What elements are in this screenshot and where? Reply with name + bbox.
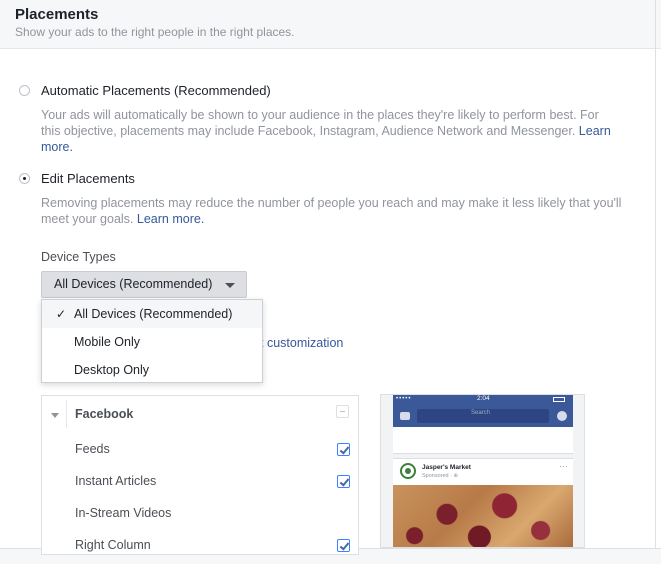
signal-icon: •••••: [396, 396, 412, 402]
dropdown-option-label: Desktop Only: [74, 363, 150, 377]
asset-customization-link[interactable]: t customization: [260, 336, 343, 350]
device-types-selected-value: All Devices (Recommended): [54, 277, 213, 291]
edit-desc-line1: Removing placements may reduce the numbe…: [41, 196, 622, 210]
automatic-desc-line1: Your ads will automatically be shown to …: [41, 108, 599, 122]
right-border: [655, 0, 656, 548]
messenger-icon: [557, 411, 567, 421]
section-subtitle: Show your ads to the right people in the…: [15, 25, 295, 39]
automatic-learn-more-link-cont[interactable]: more.: [41, 139, 641, 155]
caret-down-icon: [225, 283, 235, 288]
edit-desc-text: meet your goals.: [41, 212, 134, 226]
device-types-label: Device Types: [41, 250, 116, 264]
placements-platform-panel: Facebook Feeds Instant Articles In-Strea…: [41, 395, 359, 555]
dropdown-option-desktop-only[interactable]: Desktop Only: [42, 356, 262, 384]
phone-status-bar: ••••• 2:04: [393, 395, 573, 405]
battery-icon: [553, 397, 565, 402]
camera-icon: [400, 412, 410, 420]
checkmark-icon: ✓: [56, 307, 67, 321]
advertiser-logo: [400, 463, 416, 479]
automatic-placements-label[interactable]: Automatic Placements (Recommended): [41, 83, 271, 98]
phone-search-placeholder: Search: [471, 410, 491, 416]
dropdown-option-label: All Devices (Recommended): [74, 307, 233, 321]
ad-image: [393, 485, 573, 547]
edit-placements-label[interactable]: Edit Placements: [41, 171, 135, 186]
automatic-desc-line2: this objective, placements may include F…: [41, 123, 641, 139]
placement-right-column-label: Right Column: [75, 538, 151, 552]
placement-feeds-checkbox[interactable]: [337, 443, 350, 456]
placement-right-column-checkbox[interactable]: [337, 539, 350, 552]
device-types-dropdown-menu: ✓ All Devices (Recommended) Mobile Only …: [41, 299, 263, 383]
dropdown-option-all-devices[interactable]: ✓ All Devices (Recommended): [42, 300, 262, 328]
placement-instant-articles-checkbox[interactable]: [337, 475, 350, 488]
device-types-select[interactable]: All Devices (Recommended): [41, 271, 247, 298]
edit-learn-more-link[interactable]: Learn more.: [137, 212, 204, 226]
dropdown-option-label: Mobile Only: [74, 335, 140, 349]
more-options-icon: ···: [559, 461, 568, 471]
dropdown-option-mobile-only[interactable]: Mobile Only: [42, 328, 262, 356]
collapse-caret-icon[interactable]: [51, 413, 59, 418]
phone-time: 2:04: [477, 395, 490, 402]
edit-placements-description: Removing placements may reduce the numbe…: [41, 195, 641, 227]
automatic-placements-radio[interactable]: [19, 85, 30, 96]
panel-divider: [66, 400, 67, 428]
automatic-placements-description: Your ads will automatically be shown to …: [41, 107, 641, 155]
placement-instream-videos-label: In-Stream Videos: [75, 506, 172, 520]
placement-feeds-label: Feeds: [75, 442, 110, 456]
placement-instant-articles-label: Instant Articles: [75, 474, 157, 488]
phone-search-bar: Search: [417, 409, 549, 423]
sponsored-label: Sponsored · ⊕: [422, 473, 459, 479]
facebook-select-all-checkbox[interactable]: [336, 405, 349, 418]
ad-preview-post: Jasper's Market Sponsored · ⊕ ···: [393, 458, 573, 547]
edit-desc-line2: meet your goals. Learn more.: [41, 211, 641, 227]
ad-preview-phone: ••••• 2:04 Search Jasper's Market Sponso…: [380, 394, 585, 548]
automatic-desc-text: this objective, placements may include F…: [41, 124, 576, 138]
platform-facebook-label[interactable]: Facebook: [75, 407, 133, 421]
edit-placements-radio[interactable]: [19, 173, 30, 184]
automatic-learn-more-link[interactable]: Learn: [579, 124, 611, 138]
phone-nav-bar: Search: [393, 405, 573, 427]
phone-composer: [393, 427, 573, 454]
section-title: Placements: [15, 6, 99, 23]
advertiser-name: Jasper's Market: [422, 464, 471, 471]
